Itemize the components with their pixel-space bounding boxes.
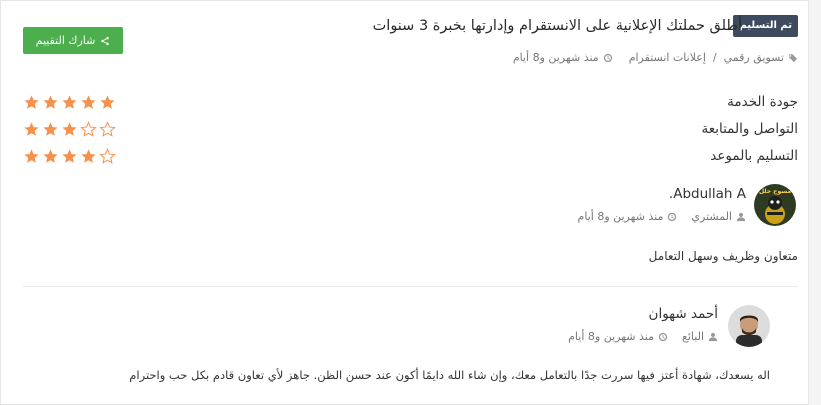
- seller-reply-text: اله يسعدك، شهادة أعتز فيها سررت جدًا بال…: [129, 368, 770, 382]
- star-filled-icon: [62, 148, 77, 163]
- star-rating: [23, 120, 116, 138]
- service-time: منذ شهرين و8 أيام: [512, 51, 599, 64]
- star-filled-icon: [43, 148, 58, 163]
- star-filled-icon: [81, 94, 96, 109]
- status-badge: تم التسليم: [733, 15, 798, 37]
- star-filled-icon: [43, 121, 58, 136]
- buyer-role: المشتري: [691, 210, 732, 223]
- star-filled-icon: [62, 94, 77, 109]
- breadcrumb-separator: /: [712, 51, 717, 64]
- clock-icon: [658, 332, 668, 341]
- seller-avatar[interactable]: [728, 305, 770, 347]
- star-rating: [23, 94, 116, 111]
- rating-row-delivery: التسليم بالموعد: [23, 145, 798, 167]
- divider: [23, 286, 798, 287]
- user-icon: [708, 332, 718, 341]
- star-empty-icon: [99, 147, 116, 164]
- star-filled-icon: [81, 148, 96, 163]
- star-rating: [23, 147, 116, 165]
- service-meta: تسويق رقمي / إعلانات انستقرام منذ شهرين …: [513, 51, 798, 64]
- star-empty-icon: [80, 120, 97, 137]
- buyer-review-text: متعاون وظريف وسهل التعامل: [648, 249, 798, 263]
- seller-meta: البائع منذ شهرين و8 أيام: [568, 330, 718, 343]
- rating-row-quality: جودة الخدمة: [23, 91, 798, 113]
- star-filled-icon: [62, 121, 77, 136]
- share-review-label: شارك التقييم: [35, 34, 96, 47]
- buyer-avatar[interactable]: مسوح حلل: [754, 184, 796, 226]
- star-filled-icon: [24, 121, 39, 136]
- rating-label: التواصل والمتابعة: [701, 121, 798, 137]
- user-icon: [736, 212, 746, 221]
- clock-icon: [603, 53, 612, 62]
- category-link[interactable]: تسويق رقمي: [724, 51, 784, 64]
- rating-row-communication: التواصل والمتابعة: [23, 118, 798, 140]
- buyer-name[interactable]: Abdullah A.: [669, 186, 746, 202]
- buyer-time: منذ شهرين و8 أيام: [577, 210, 664, 223]
- share-icon: [101, 36, 110, 45]
- clock-icon: [668, 212, 677, 221]
- star-filled-icon: [100, 94, 115, 109]
- share-review-button[interactable]: شارك التقييم: [23, 27, 123, 54]
- seller-name[interactable]: أحمد شهوان: [649, 306, 718, 322]
- service-title[interactable]: أطلق حملتك الإعلانية على الانستقرام وإدا…: [373, 15, 742, 37]
- tags-icon: [788, 53, 798, 62]
- star-empty-icon: [99, 120, 116, 137]
- subcategory-link[interactable]: إعلانات انستقرام: [629, 51, 706, 64]
- avatar-text: مسوح حلل: [759, 188, 791, 195]
- seller-role: البائع: [682, 330, 704, 343]
- rating-label: التسليم بالموعد: [710, 148, 798, 164]
- seller-time: منذ شهرين و8 أيام: [568, 330, 654, 343]
- star-filled-icon: [24, 148, 39, 163]
- rating-label: جودة الخدمة: [727, 94, 798, 110]
- review-card: تم التسليم أطلق حملتك الإعلانية على الان…: [0, 0, 809, 405]
- star-filled-icon: [24, 94, 39, 109]
- star-filled-icon: [43, 94, 58, 109]
- buyer-meta: المشتري منذ شهرين و8 أيام: [578, 210, 746, 223]
